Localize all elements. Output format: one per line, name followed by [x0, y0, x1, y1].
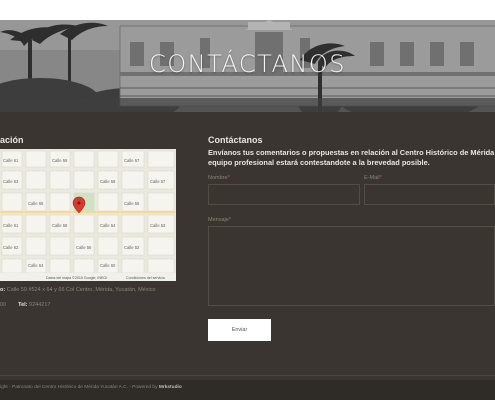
- map-street-label: Calle 57: [124, 158, 140, 163]
- map-street-label: Calle 60: [100, 263, 116, 268]
- map-canvas[interactable]: Calle 61 Calle 59 Calle 57 Calle 63 Call…: [0, 149, 176, 281]
- contact-heading: Contáctanos: [208, 135, 263, 145]
- contact-intro-line: Envíanos tus comentarios o propuestas en…: [208, 148, 495, 157]
- map-street-label: Calle 55: [124, 201, 140, 206]
- main-content: ación Calle 61 Calle 59 Calle 57 Calle 6…: [0, 112, 495, 380]
- contact-intro-line: equipo profesional estará contestandote …: [208, 158, 430, 167]
- email-label: E-Mail*: [364, 175, 382, 181]
- send-button[interactable]: Enviar: [208, 319, 271, 341]
- name-field[interactable]: [208, 184, 360, 205]
- map-attribution: Datos del mapa ©2015 Google, INEGI: [46, 276, 107, 280]
- map-street-label: Calle 62: [3, 245, 19, 250]
- message-label: Mensaje*: [208, 217, 231, 223]
- map-street-label: Calle 61: [3, 158, 19, 163]
- name-label-text: Nombre: [208, 175, 228, 181]
- hero-banner: CONTÁCTANOS: [0, 20, 495, 112]
- phone-line: 00 Tel: 9244217: [0, 302, 50, 308]
- top-white-strip: [0, 0, 495, 20]
- map-street-label: Calle 54: [100, 223, 116, 228]
- email-field[interactable]: [364, 184, 495, 205]
- required-mark: *: [227, 175, 230, 181]
- location-heading: ación: [0, 135, 24, 145]
- map-street-label: Calle 64: [28, 263, 44, 268]
- footer-copyright: ight - Patronato del Centro Histórico de…: [0, 385, 158, 390]
- footer-divider: [0, 375, 495, 376]
- map-street-label: Calle 65: [28, 201, 44, 206]
- message-label-text: Mensaje: [208, 217, 229, 223]
- map-street-label: Calle 52: [124, 245, 140, 250]
- map-terms-link[interactable]: Condiciones del servicio: [126, 276, 165, 280]
- address-label: o:: [0, 287, 6, 293]
- footer-credits: ight - Patronato del Centro Histórico de…: [0, 385, 182, 390]
- footer: ight - Patronato del Centro Histórico de…: [0, 380, 495, 400]
- map-street-label: Calle 53: [150, 223, 166, 228]
- required-mark: *: [228, 217, 231, 223]
- phone-label: Tel:: [18, 302, 28, 308]
- message-field[interactable]: [208, 226, 495, 306]
- footer-brand-link[interactable]: Mrkstudio: [159, 385, 182, 390]
- name-label: Nombre*: [208, 175, 230, 181]
- page-title: CONTÁCTANOS: [149, 50, 346, 78]
- map-street-label: Calle 63: [3, 179, 19, 184]
- required-mark: *: [379, 175, 382, 181]
- map-street-label: Calle 58: [52, 223, 68, 228]
- contact-intro: Envíanos tus comentarios o propuestas en…: [208, 148, 495, 168]
- map-street-label: Calle 59: [52, 158, 68, 163]
- map-street-label: Calle 61: [3, 223, 19, 228]
- map-street-label: Calle 57: [150, 179, 166, 184]
- email-label-text: E-Mail: [364, 175, 380, 181]
- location-map[interactable]: Calle 61 Calle 59 Calle 57 Calle 63 Call…: [0, 149, 176, 281]
- phone-value: 9244217: [29, 302, 51, 308]
- phone-prefix: 00: [0, 302, 7, 308]
- map-street-label: Calle 56: [76, 245, 92, 250]
- map-street-label: Calle 59: [100, 179, 116, 184]
- address-value: Calle 59 #524 x 64 y 66 Col Centro, Méri…: [6, 287, 156, 293]
- address-line: o: Calle 59 #524 x 64 y 66 Col Centro, M…: [0, 287, 156, 293]
